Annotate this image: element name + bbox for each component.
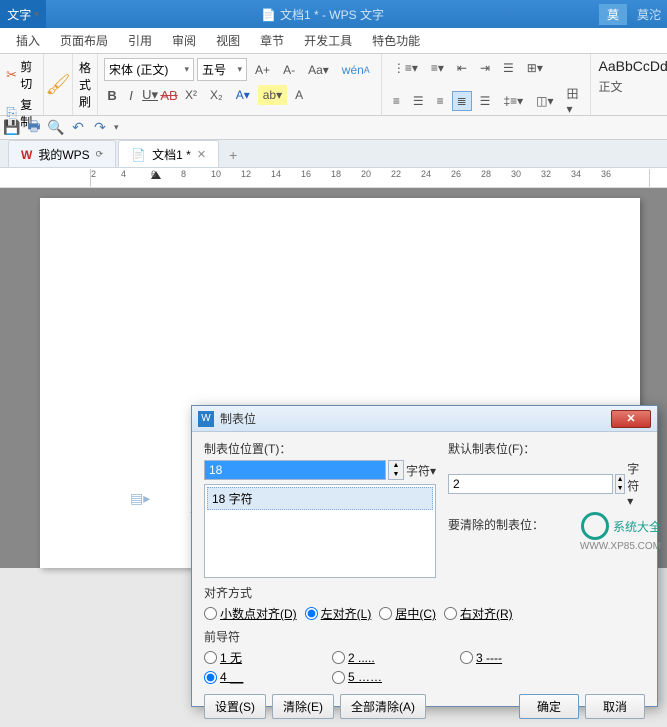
menu-references[interactable]: 引用 — [118, 28, 162, 53]
font-color-button[interactable]: A▾ — [231, 85, 255, 105]
strike-button[interactable]: AB — [161, 87, 177, 103]
menu-devtools[interactable]: 开发工具 — [294, 28, 362, 53]
title-bar: 文字▾ 📄文档1 * - WPS 文字 莫 莫沱 — [0, 0, 667, 28]
tab-list[interactable]: 18 字符 — [204, 484, 436, 578]
leader-1-radio[interactable]: 1 无 — [204, 649, 324, 666]
phonetic-button[interactable]: wénA — [337, 60, 375, 80]
align-right-radio[interactable]: 右对齐(R) — [444, 605, 513, 622]
print-preview-icon[interactable]: 🔍 — [48, 120, 64, 136]
sort-button[interactable]: ⊞▾ — [522, 58, 548, 78]
save-icon[interactable]: 💾 — [4, 120, 20, 136]
style-sample[interactable]: AaBbCcDd — [599, 58, 667, 74]
cut-icon[interactable]: ✂ — [6, 67, 17, 83]
list-item[interactable]: 18 字符 — [207, 487, 433, 510]
style-name: 正文 — [599, 78, 667, 95]
canvas-area: ▤▸ 建议档 W 制表位 ✕ 制表位位置(T)： ▲▼ 字符▾ — [0, 188, 667, 568]
qat-more-icon[interactable]: ▾ — [114, 122, 119, 133]
cancel-button[interactable]: 取消 — [585, 694, 645, 719]
dialog-icon: W — [198, 411, 214, 427]
menu-features[interactable]: 特色功能 — [362, 28, 430, 53]
subscript-button[interactable]: X₂ — [205, 85, 228, 105]
alignment-section-label: 对齐方式 — [204, 584, 645, 601]
clear-all-button[interactable]: 全部清除(A) — [340, 694, 426, 719]
set-button[interactable]: 设置(S) — [204, 694, 266, 719]
user-name: 莫沱 — [631, 6, 667, 23]
align-justify-button[interactable]: ≣ — [452, 91, 472, 111]
dialog-title: 制表位 — [220, 410, 611, 427]
format-painter-label[interactable]: 格式刷 — [79, 59, 91, 110]
align-decimal-radio[interactable]: 小数点对齐(D) — [204, 605, 297, 622]
redo-icon[interactable]: ↷ — [92, 120, 108, 136]
app-menu-button[interactable]: 文字▾ — [0, 0, 46, 28]
dialog-close-button[interactable]: ✕ — [611, 410, 651, 428]
document-tabs: W我的WPS⟳ 📄文档1 *✕ + — [0, 140, 667, 168]
close-icon[interactable]: ✕ — [197, 148, 206, 161]
undo-icon[interactable]: ↶ — [70, 120, 86, 136]
default-tab-unit[interactable]: 字符▾ — [627, 460, 645, 508]
tab-position-input[interactable] — [204, 460, 386, 480]
tab-mywps[interactable]: W我的WPS⟳ — [8, 140, 116, 167]
tab-position-spinner[interactable]: ▲▼ — [388, 460, 404, 480]
cut-label: 剪切 — [20, 58, 37, 92]
new-tab-button[interactable]: + — [221, 143, 245, 167]
tab-position-label: 制表位位置(T)： — [204, 440, 436, 457]
window-title: 📄文档1 * - WPS 文字 — [46, 6, 599, 23]
menu-chapter[interactable]: 章节 — [250, 28, 294, 53]
menu-review[interactable]: 审阅 — [162, 28, 206, 53]
align-left-button[interactable]: ≡ — [388, 91, 405, 111]
align-dist-button[interactable]: ☰ — [475, 91, 496, 111]
char-border-button[interactable]: A — [290, 85, 308, 105]
watermark-url: WWW.XP85.COM — [580, 541, 661, 552]
bold-button[interactable]: B — [104, 87, 120, 103]
format-painter-icon[interactable]: 🖌 — [50, 77, 66, 93]
indent-inc-button[interactable]: ⇥ — [475, 58, 495, 78]
indent-dec-button[interactable]: ⇤ — [452, 58, 472, 78]
default-tab-spinner[interactable]: ▲▼ — [615, 474, 625, 494]
user-badge[interactable]: 莫 — [599, 4, 627, 25]
ribbon: ✂剪切 ⎘复制 🖌 格式刷 宋体 (正文)▾ 五号▾ A+ A- Aa▾ wén… — [0, 54, 667, 116]
menu-page-layout[interactable]: 页面布局 — [50, 28, 118, 53]
clear-button[interactable]: 清除(E) — [272, 694, 334, 719]
ok-button[interactable]: 确定 — [519, 694, 579, 719]
ruler-row: 24681012141618202224262830323436 — [0, 168, 667, 188]
shading-button[interactable]: ◫▾ — [531, 91, 558, 111]
align-center-radio[interactable]: 居中(C) — [379, 605, 436, 622]
font-name-select[interactable]: 宋体 (正文)▾ — [104, 58, 194, 81]
menu-view[interactable]: 视图 — [206, 28, 250, 53]
dialog-titlebar[interactable]: W 制表位 ✕ — [192, 406, 657, 432]
default-tab-label: 默认制表位(F)： — [448, 440, 645, 457]
leader-section-label: 前导符 — [204, 628, 645, 645]
italic-button[interactable]: I — [123, 87, 139, 103]
superscript-button[interactable]: X² — [180, 85, 202, 105]
menu-bar: 插入 页面布局 引用 审阅 视图 章节 开发工具 特色功能 — [0, 28, 667, 54]
char-scale-button[interactable]: ☰ — [498, 58, 519, 78]
numbering-button[interactable]: ≡▾ — [426, 58, 449, 78]
font-shrink-button[interactable]: A- — [278, 60, 300, 80]
modal-overlay: W 制表位 ✕ 制表位位置(T)： ▲▼ 字符▾ 18 字符 — [0, 188, 667, 568]
leader-3-radio[interactable]: 3 ---- — [460, 651, 502, 665]
align-right-button[interactable]: ≡ — [432, 91, 449, 111]
tab-stops-dialog: W 制表位 ✕ 制表位位置(T)： ▲▼ 字符▾ 18 字符 — [191, 405, 658, 707]
change-case-button[interactable]: Aa▾ — [303, 60, 334, 80]
align-center-button[interactable]: ☰ — [408, 91, 429, 111]
line-spacing-button[interactable]: ‡≡▾ — [498, 91, 528, 111]
tab-doc1[interactable]: 📄文档1 *✕ — [118, 140, 219, 167]
tab-position-unit[interactable]: 字符▾ — [406, 462, 436, 479]
quick-access-toolbar: 💾 🖶 🔍 ↶ ↷ ▾ — [0, 116, 667, 140]
leader-2-radio[interactable]: 2 ..... — [332, 651, 452, 665]
align-left-radio[interactable]: 左对齐(L) — [305, 605, 372, 622]
underline-button[interactable]: U▾ — [142, 87, 158, 103]
borders-button[interactable]: 田▾ — [562, 82, 584, 119]
menu-insert[interactable]: 插入 — [6, 28, 50, 53]
font-grow-button[interactable]: A+ — [250, 60, 275, 80]
leader-4-radio[interactable]: 4 __ — [204, 670, 324, 684]
horizontal-ruler[interactable]: 24681012141618202224262830323436 — [90, 169, 650, 187]
leader-5-radio[interactable]: 5 …… — [332, 670, 382, 684]
print-icon[interactable]: 🖶 — [26, 120, 42, 136]
font-size-select[interactable]: 五号▾ — [197, 58, 247, 81]
bullets-button[interactable]: ⋮≡▾ — [388, 58, 423, 78]
default-tab-input[interactable] — [448, 474, 613, 494]
clear-tabs-label: 要清除的制表位： — [448, 516, 645, 533]
highlight-button[interactable]: ab▾ — [258, 85, 287, 105]
